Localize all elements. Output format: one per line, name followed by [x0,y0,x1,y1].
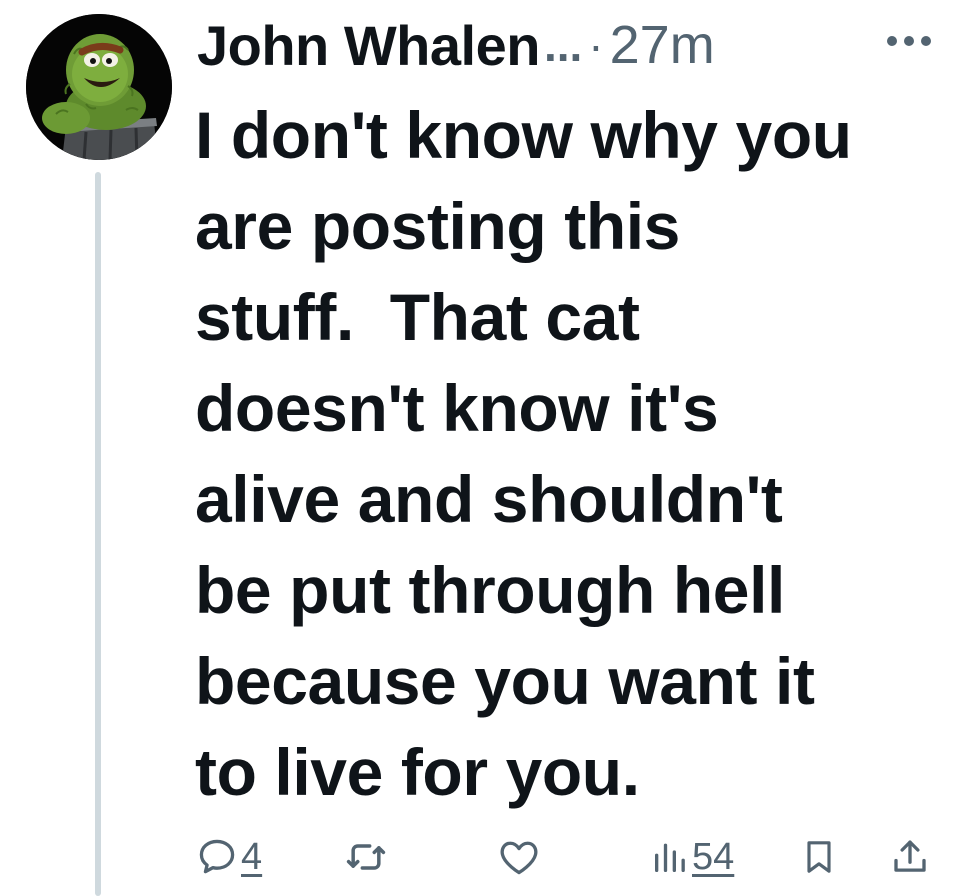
views-button[interactable]: 54 [650,832,734,882]
reply-button[interactable]: 4 [195,832,262,882]
like-button[interactable] [497,832,541,882]
avatar[interactable] [26,14,172,160]
puppet-avatar-icon [26,14,172,160]
action-bar: 4 54 [195,832,935,882]
bookmark-button[interactable] [799,832,839,882]
bar-chart-icon [655,843,685,872]
repost-arrows-icon [346,844,386,870]
heart-icon [500,841,538,875]
share-upload-icon [894,840,926,872]
author-name[interactable]: John Whalen [197,13,540,78]
speech-bubble-icon [199,839,235,874]
post-text: I don't know why you are posting this st… [195,98,852,809]
reply-count: 4 [241,835,263,878]
repost-button[interactable] [343,832,389,882]
views-count: 54 [692,835,735,878]
thread-line [95,172,101,896]
tweet[interactable]: John Whalen ... · 27m I don't know why y… [0,0,960,896]
name-truncation: ... [543,19,583,71]
more-options-button[interactable] [884,26,934,56]
post-header: John Whalen ... · 27m [197,10,715,80]
more-dots-icon [887,36,931,46]
post-timestamp[interactable]: 27m [610,14,715,76]
separator-dot: · [588,19,604,71]
share-button[interactable] [889,832,931,882]
bookmark-icon [807,841,831,873]
